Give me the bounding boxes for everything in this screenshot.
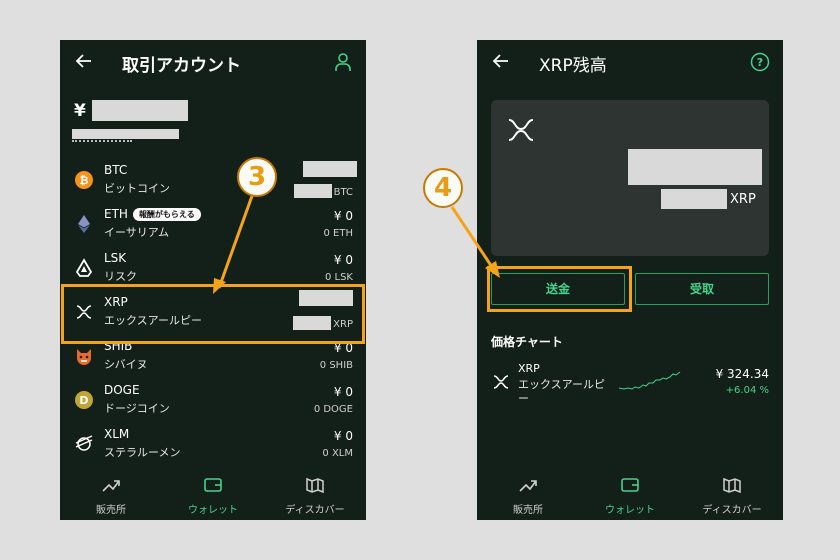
step-number-4: 4 [423, 168, 463, 208]
annotation-arrows [213, 195, 500, 294]
step-number-3: 3 [237, 157, 277, 197]
